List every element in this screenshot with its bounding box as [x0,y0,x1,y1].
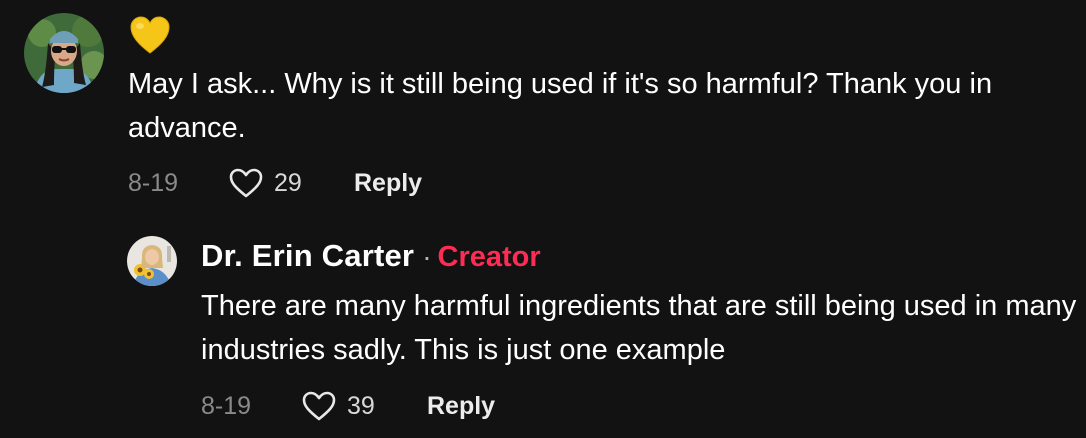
comment: May I ask... Why is it still being used … [0,0,1086,215]
separator-dot: · [422,241,432,272]
heart-outline-icon [229,168,263,198]
creator-badge: Creator [437,241,541,273]
comment-text: May I ask... Why is it still being used … [128,68,993,144]
like-count: 39 [347,391,375,420]
like-count: 29 [274,168,302,197]
like-button[interactable]: 29 [228,167,354,199]
yellow-heart-emoji [128,14,172,56]
reply-button[interactable]: Reply [427,392,495,421]
reply-meta: 8-19 39 Reply [201,386,495,426]
heart-outline-icon [302,391,336,421]
comment-date: 8-19 [128,168,179,197]
reply-text: There are many harmful ingredients that … [201,290,1077,366]
creator-avatar[interactable] [127,236,177,286]
reply-button[interactable]: Reply [354,169,422,198]
comment-meta: 8-19 29 Reply [128,163,422,203]
reply-date: 8-19 [201,391,252,420]
author-name[interactable]: Dr. Erin Carter [201,238,414,273]
like-button[interactable]: 39 [301,390,427,422]
reply-comment: Dr. Erin Carter · Creator There are many h… [0,215,1086,438]
commenter-avatar[interactable] [24,13,104,93]
reply-header: Dr. Erin Carter · Creator [201,238,541,282]
